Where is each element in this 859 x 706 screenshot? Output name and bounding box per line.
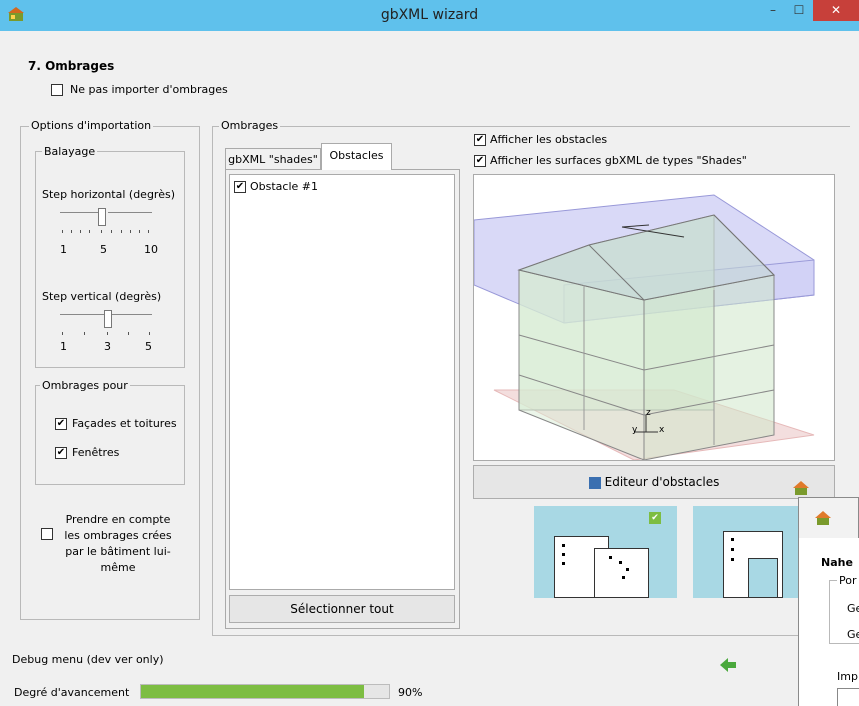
- axis-y-label: y: [632, 425, 638, 435]
- import-options-legend: Options d'importation: [29, 119, 154, 132]
- window-title: gbXML wizard: [380, 7, 479, 23]
- horizontal-min-label: 1: [60, 243, 67, 256]
- progress-fill: [141, 685, 364, 698]
- show-obstacles-label: Afficher les obstacles: [490, 133, 608, 146]
- obstacle-editor-button[interactable]: Editeur d'obstacles: [473, 465, 835, 499]
- horizontal-step-label: Step horizontal (degrès): [42, 188, 175, 201]
- select-all-button[interactable]: Sélectionner tout: [229, 595, 455, 623]
- debug-menu-label[interactable]: Debug menu (dev ver only): [12, 653, 164, 666]
- progress-label: Degré d'avancement: [14, 686, 130, 699]
- show-gbxml-shades-checkbox[interactable]: ✔: [474, 155, 486, 167]
- vertical-step-label: Step vertical (degrès): [42, 290, 162, 303]
- vertical-max-label: 5: [145, 340, 152, 353]
- obstacles-list: ✔ Obstacle #1: [229, 174, 455, 590]
- 3d-viewport[interactable]: z y x: [473, 174, 835, 461]
- view-thumbnail-2[interactable]: [693, 506, 803, 598]
- progress-percent: 90%: [398, 686, 423, 699]
- axis-z-label: z: [646, 408, 651, 418]
- overlay-row-2: Ge: [847, 628, 859, 641]
- overlay-heading: Nahe: [821, 556, 853, 569]
- horizontal-slider-thumb[interactable]: [98, 208, 106, 226]
- horizontal-mid-label: 5: [100, 243, 107, 256]
- next-arrow-icon[interactable]: [720, 658, 736, 672]
- vertical-slider-thumb[interactable]: [104, 310, 112, 328]
- tab-gbxml-shades[interactable]: gbXML "shades": [225, 148, 321, 170]
- axis-x-label: x: [659, 425, 665, 435]
- overlay-window-inner-icon: [815, 510, 831, 526]
- overlay-window: Nahe Por Ge Ge Imp: [798, 497, 859, 706]
- self-shading-checkbox[interactable]: [41, 528, 53, 540]
- title-bar: gbXML wizard – ☐ ✕: [0, 0, 859, 31]
- shading-for-group: [35, 385, 185, 485]
- obstacle-1-checkbox[interactable]: ✔: [234, 181, 246, 193]
- sweep-legend: Balayage: [42, 145, 98, 158]
- obstacle-1-label[interactable]: Obstacle #1: [250, 180, 318, 193]
- overlay-imp-label: Imp: [837, 670, 858, 683]
- self-shading-label: Prendre en compte les ombrages crées par…: [64, 513, 172, 574]
- maximize-button[interactable]: ☐: [786, 0, 812, 21]
- shades-legend: Ombrages: [219, 119, 281, 132]
- horizontal-step-slider[interactable]: [58, 208, 154, 244]
- view-thumbnail-1[interactable]: ✔: [534, 506, 677, 598]
- progress-bar: [140, 684, 390, 699]
- horizontal-max-label: 10: [144, 243, 158, 256]
- windows-label: Fenêtres: [72, 446, 120, 459]
- close-button[interactable]: ✕: [813, 0, 859, 21]
- editor-icon: [588, 476, 601, 489]
- shading-for-legend: Ombrages pour: [40, 379, 130, 392]
- tab-obstacles[interactable]: Obstacles: [321, 143, 392, 170]
- vertical-min-label: 1: [60, 340, 67, 353]
- facades-label: Façades et toitures: [72, 417, 177, 430]
- vertical-mid-label: 3: [104, 340, 111, 353]
- show-gbxml-shades-label: Afficher les surfaces gbXML de types "Sh…: [490, 154, 747, 167]
- editor-button-label: Editeur d'obstacles: [604, 475, 720, 489]
- overlay-group-legend: Por: [837, 574, 859, 587]
- overlay-window-icon: [793, 480, 809, 496]
- minimize-button[interactable]: –: [760, 0, 786, 21]
- skip-shading-checkbox[interactable]: [51, 84, 63, 96]
- show-obstacles-checkbox[interactable]: ✔: [474, 134, 486, 146]
- overlay-row-1: Ge: [847, 602, 859, 615]
- facades-checkbox[interactable]: ✔: [55, 418, 67, 430]
- thumbnail-check-icon: ✔: [649, 512, 661, 524]
- windows-checkbox[interactable]: ✔: [55, 447, 67, 459]
- step-title: 7. Ombrages: [28, 59, 115, 73]
- skip-shading-label: Ne pas importer d'ombrages: [70, 83, 228, 96]
